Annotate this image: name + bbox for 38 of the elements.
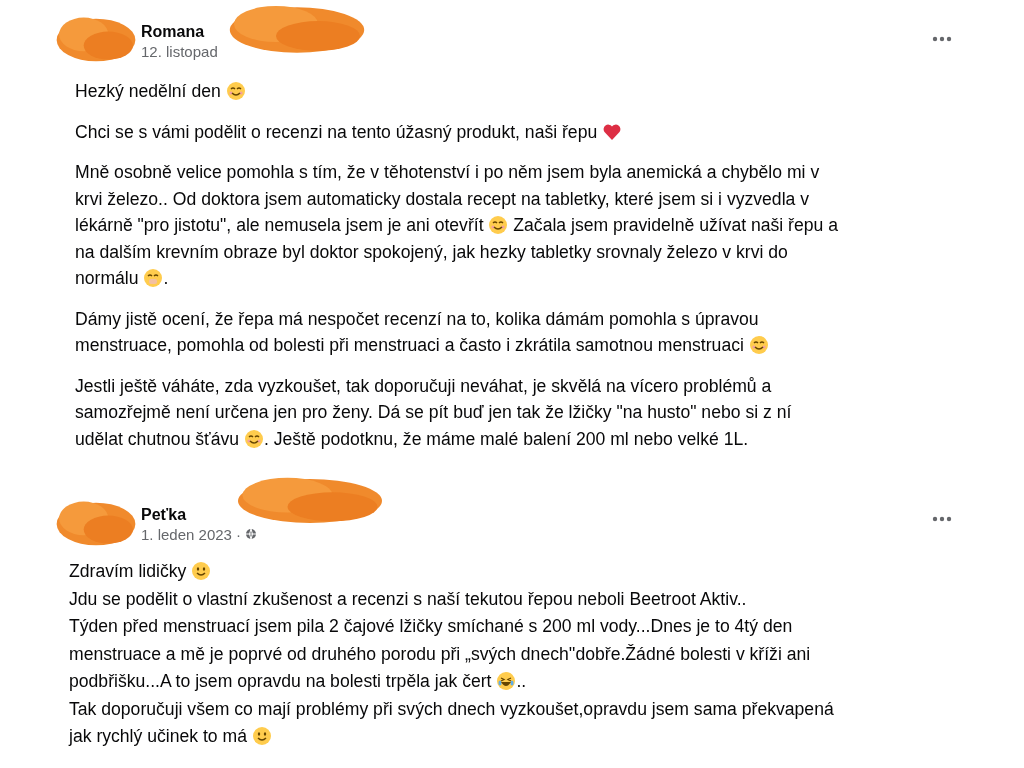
more-options-icon[interactable]	[932, 516, 952, 522]
more-options-icon[interactable]	[932, 36, 952, 42]
post-date[interactable]: 1. leden 2023 ·	[141, 525, 242, 543]
emoji-icon	[251, 726, 272, 746]
post-date[interactable]: 12. listopad	[141, 42, 218, 60]
post-text: .	[163, 268, 169, 288]
emoji-icon	[496, 671, 517, 691]
post-text: menstruace a mě je poprvé od druhého porodu při „svých dnech''dobře.Žádné bolesti v kříži ani	[69, 643, 811, 664]
post-text: udělat chutnou šťávu	[75, 428, 241, 449]
post-text: podbřišku...A to jsem opravdu na bolesti trpěla jak čert	[69, 671, 493, 691]
emoji-icon	[748, 335, 769, 355]
post-text: lékárně "pro jistotu", ale nemusela jsem je ani otevřít	[75, 215, 485, 235]
author-name[interactable]: Peťka	[141, 505, 187, 524]
post-text: Jestli ještě váháte, zda vyzkoušet, tak doporučuji neváhat, je skvělá na vícero problémů a	[75, 375, 772, 396]
post-text: ..	[516, 671, 527, 691]
post-text: . Ještě podotknu, že máme malé balení 200 ml nebo velké 1L.	[264, 428, 749, 449]
post-text: menstruace, pomohla od bolesti při menstruaci a často i zkrátila samotnou menstruaci	[75, 335, 745, 355]
emoji-icon	[225, 81, 246, 101]
post-text: Hezký nedělní den	[75, 81, 222, 101]
post-text: Začala jsem pravidelně užívat naši řepu a	[512, 215, 838, 235]
post-text: na dalším krevním obraze byl doktor spokojený, jak hezky tabletky srovnaly železo v krvi do	[75, 241, 788, 262]
emoji-icon	[244, 428, 264, 449]
emoji-icon	[143, 268, 164, 288]
post-text: Dámy jistě ocení, že řepa má nespočet recenzí na to, kolika dámám pomohla s úpravou	[75, 308, 759, 329]
emoji-icon	[191, 561, 212, 581]
post-text: Chci se s vámi podělit o recenzi na tento úžasný produkt, naši řepu	[75, 121, 599, 142]
emoji-icon	[488, 215, 509, 235]
post-text: normálu	[75, 268, 140, 288]
post-text: samozřejmě není určena jen pro ženy. Dá se pít buď jen tak že lžičky "na husto" nebo si z ní	[75, 402, 792, 422]
post-text: Jdu se podělit o vlastní zkušenost a recenzi s naší tekutou řepou neboli Beetroot Aktiv..	[69, 588, 747, 609]
globe-icon	[245, 528, 258, 540]
post-text: krvi železo.. Od doktora jsem automaticky dostala recept na tabletky, které jsem si i vyzvedla v	[75, 188, 810, 209]
post-text: Tak doporučuji všem co mají problémy při svých dnech vyzkoušet,opravdu jsem sama překvapená	[69, 698, 834, 719]
author-name[interactable]: Romana	[141, 22, 205, 41]
post-text: Zdravím lidičky	[69, 561, 188, 581]
post-text: jak rychlý učinek to má	[69, 726, 248, 746]
post-text: Mně osobně velice pomohla s tím, že v těhotenství i po něm jsem byla anemická a chybělo mi v	[75, 162, 820, 182]
post-text: Týden před menstruací jsem pila 2 čajové lžičky smíchané s 200 ml vody...Dnes je to 4tý den	[69, 616, 793, 636]
